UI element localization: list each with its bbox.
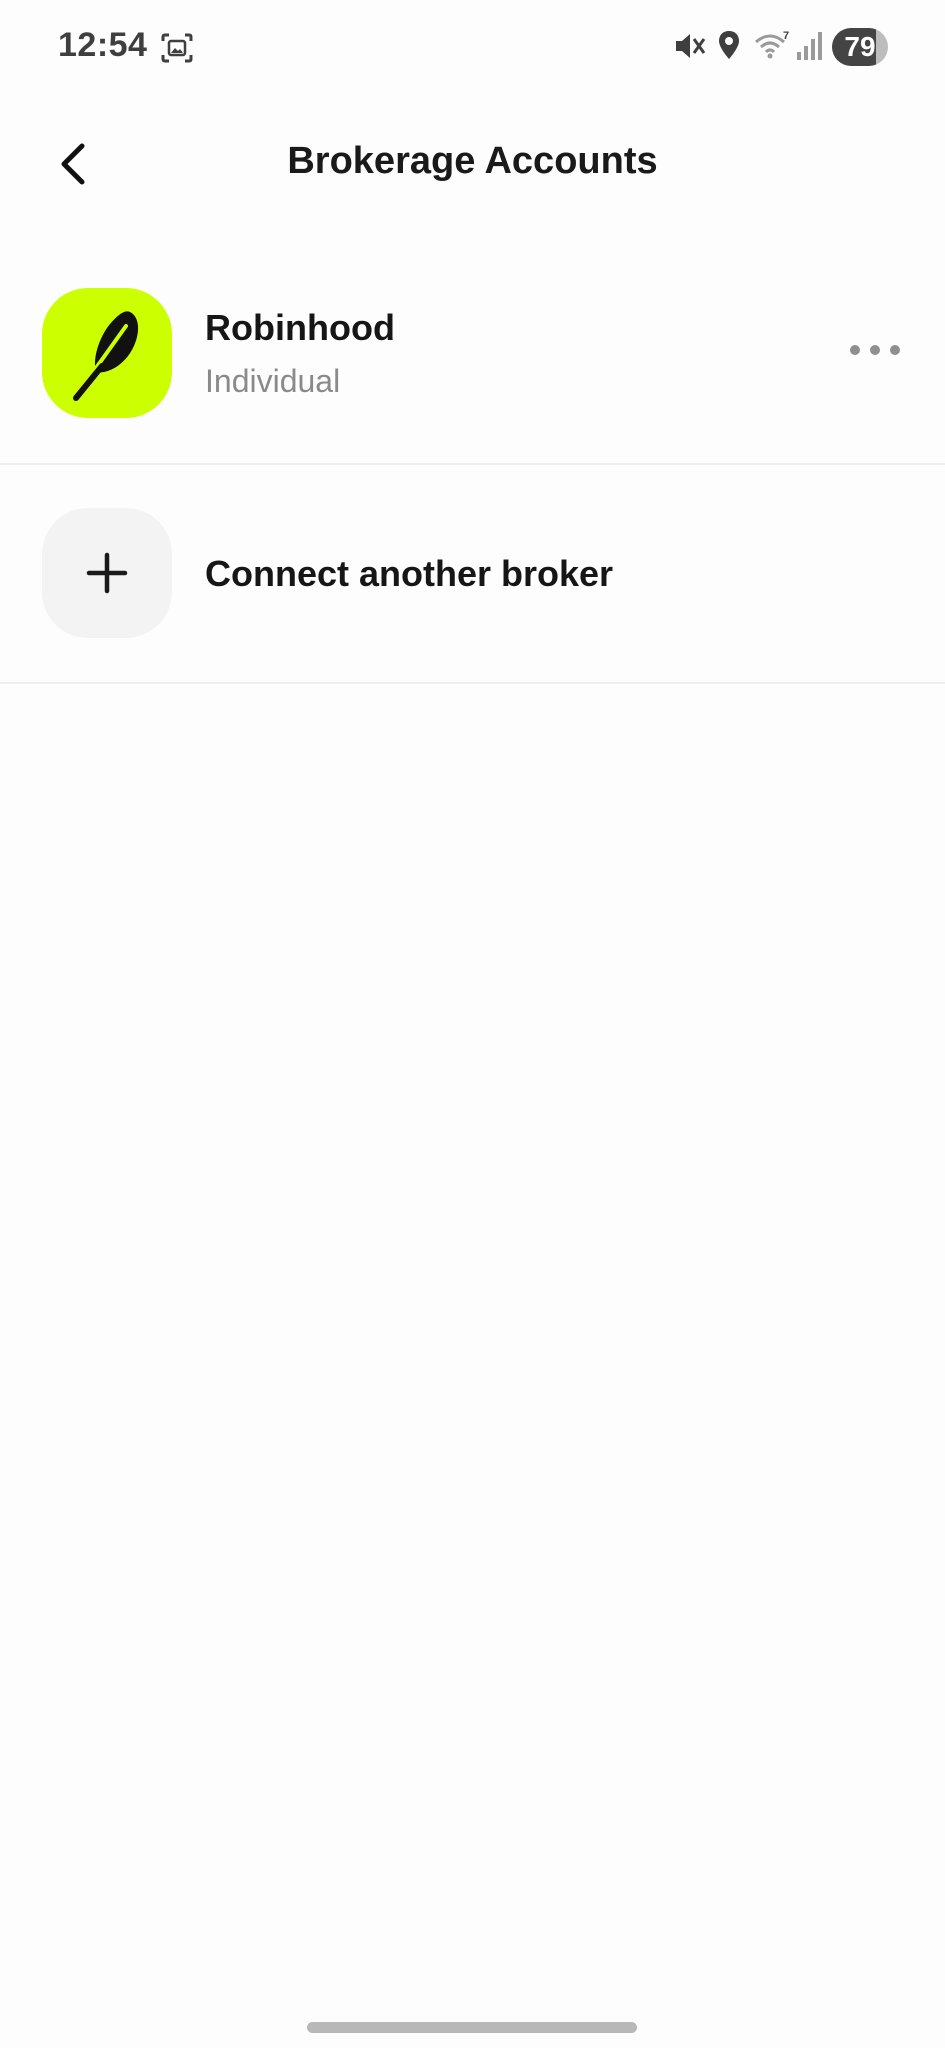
page-title: Brokerage Accounts — [287, 140, 658, 182]
screenshot-icon — [161, 33, 193, 63]
status-bar: 12:54 7 79 — [0, 0, 945, 96]
add-broker-tile — [42, 508, 172, 638]
feather-icon — [73, 311, 139, 401]
connect-broker-label: Connect another broker — [205, 553, 614, 594]
home-indicator[interactable] — [307, 2022, 637, 2033]
mute-icon — [676, 34, 706, 58]
broker-name: Robinhood — [205, 307, 395, 348]
more-options-button[interactable] — [840, 331, 910, 371]
account-type: Individual — [205, 363, 341, 399]
signal-icon — [797, 32, 822, 60]
location-icon — [719, 31, 739, 59]
battery-icon: 79 — [832, 28, 888, 66]
svg-text:7: 7 — [783, 30, 789, 42]
plus-icon — [86, 552, 128, 594]
broker-account-row[interactable]: Robinhood Individual — [0, 245, 945, 465]
wifi-icon: 7 — [755, 30, 789, 59]
status-time: 12:54 — [58, 26, 148, 64]
connect-broker-row[interactable]: Connect another broker — [0, 465, 945, 684]
top-app-bar: Brokerage Accounts — [0, 110, 945, 220]
robinhood-logo — [42, 288, 172, 418]
